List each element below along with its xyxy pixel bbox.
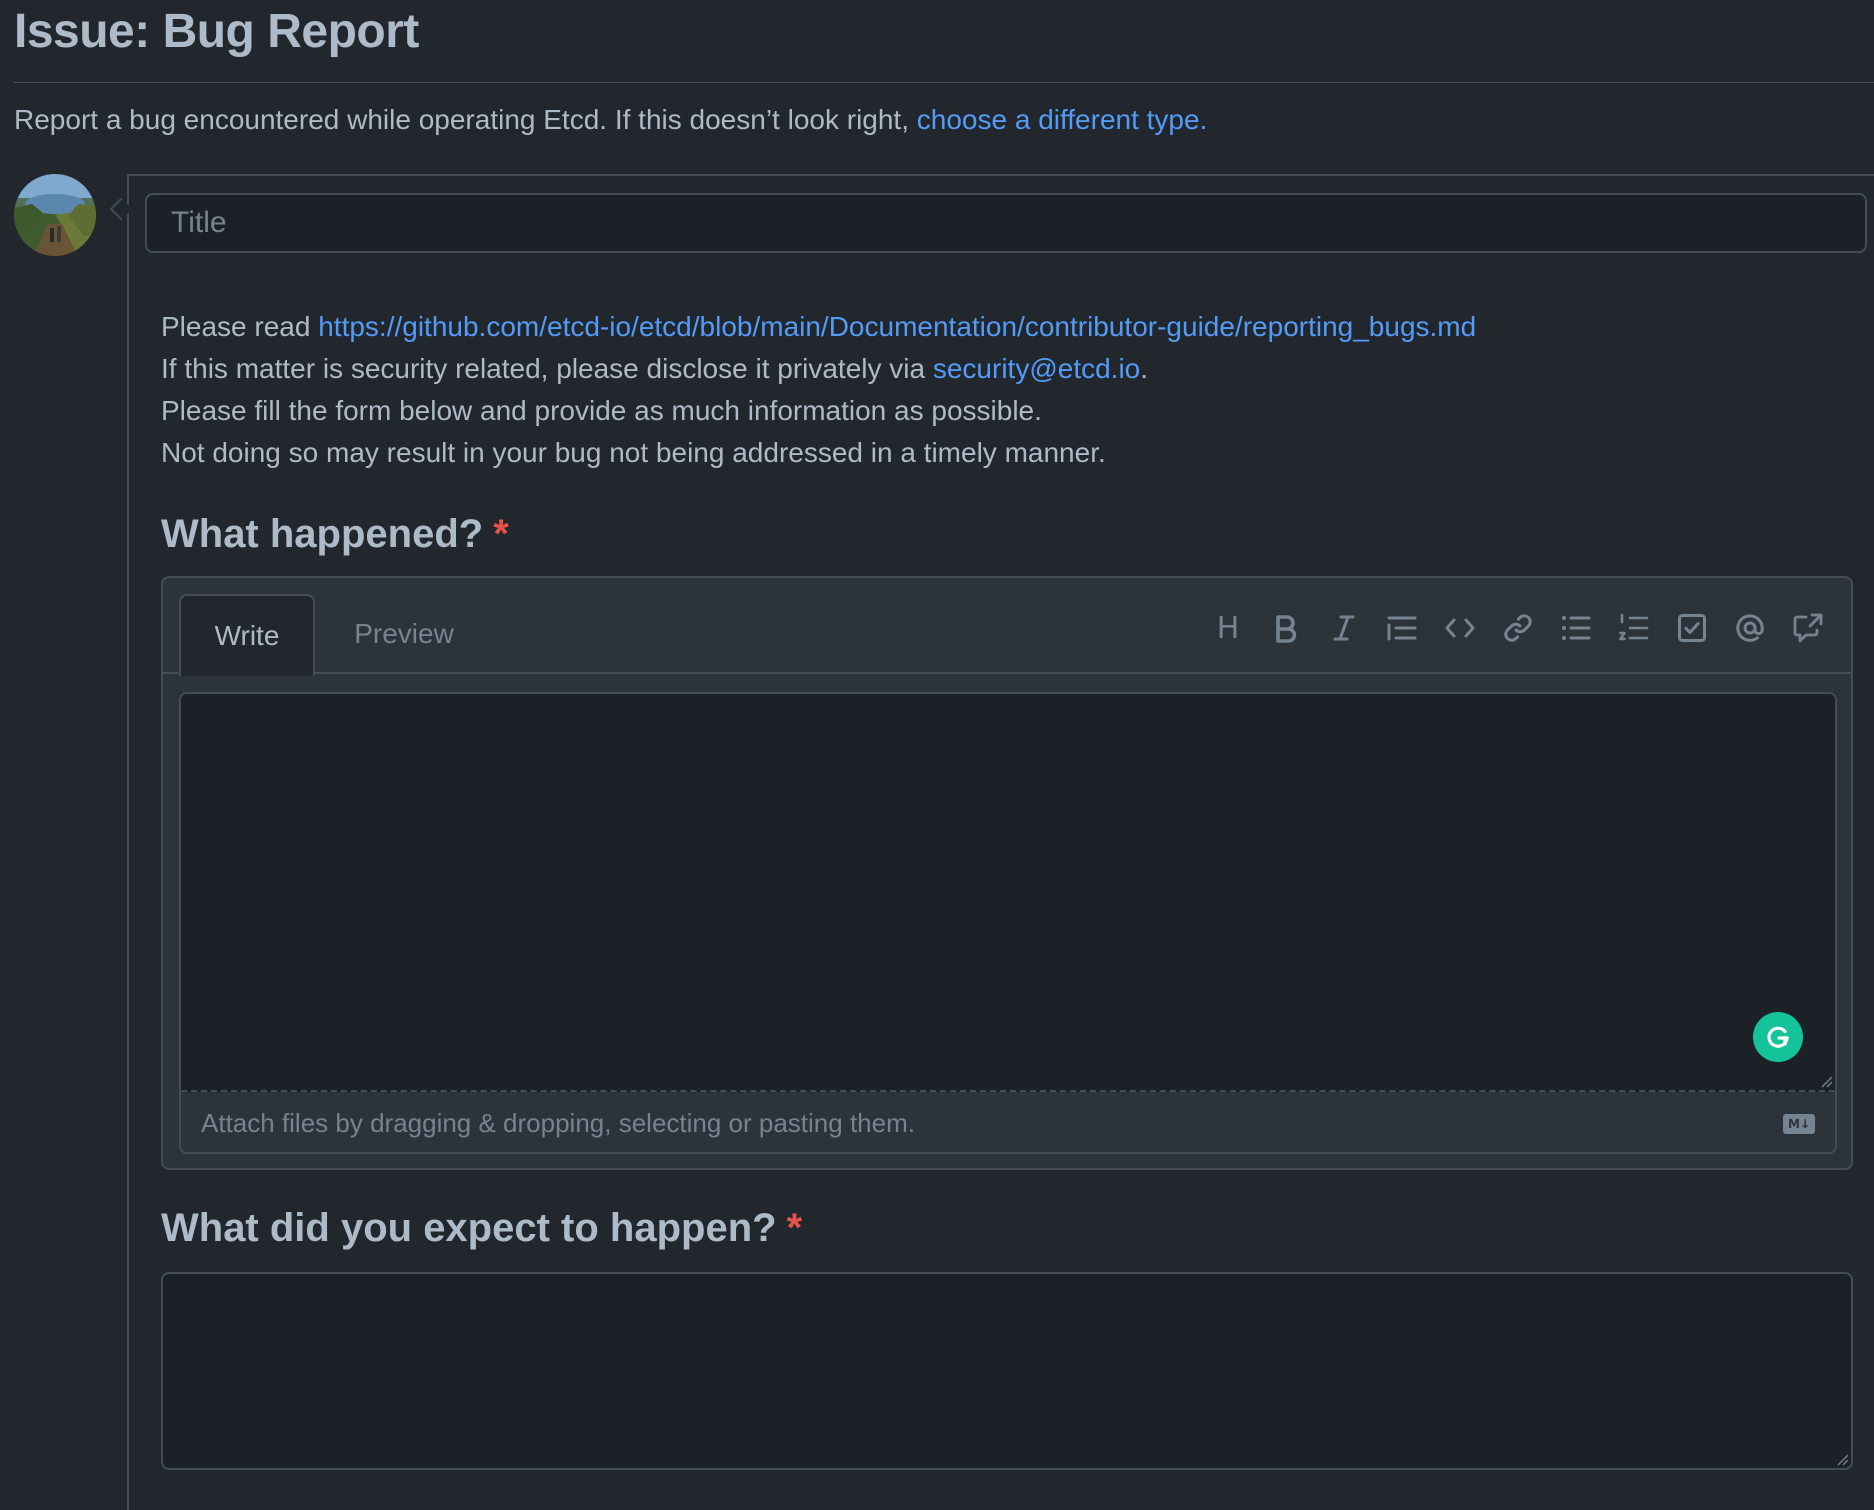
markdown-toolbar: H (1199, 608, 1837, 648)
attach-files-bar[interactable]: Attach files by dragging & dropping, sel… (181, 1092, 1835, 1152)
what-happened-text-area[interactable] (181, 694, 1835, 1092)
heading-icon[interactable]: H (1199, 608, 1257, 648)
attach-files-hint: Attach files by dragging & dropping, sel… (201, 1107, 915, 1138)
quote-icon[interactable] (1373, 608, 1431, 648)
form-card-border (128, 174, 1874, 176)
expected-textarea[interactable] (161, 1272, 1853, 1470)
mention-icon[interactable] (1721, 608, 1779, 648)
code-icon[interactable] (1431, 608, 1489, 648)
choose-different-type-link[interactable]: choose a different type. (917, 104, 1208, 135)
editor-tabbar: Write Preview H (163, 578, 1851, 676)
expected-label: What did you expect to happen? * (161, 1206, 803, 1250)
what-happened-label: What happened? * (161, 512, 509, 556)
template-description: Report a bug encountered while operating… (14, 104, 1207, 136)
timeline-line (127, 174, 129, 1510)
required-marker: * (786, 1206, 803, 1250)
bulleted-list-icon[interactable] (1547, 608, 1605, 648)
tab-write[interactable]: Write (179, 594, 315, 676)
markdown-icon[interactable]: M↓ (1783, 1114, 1815, 1134)
instruction-line-4: Not doing so may result in your bug not … (161, 437, 1106, 468)
link-icon[interactable] (1489, 608, 1547, 648)
tab-preview[interactable]: Preview (329, 594, 479, 674)
instruction-line-1: Please read https://github.com/etcd-io/e… (161, 311, 1477, 342)
what-happened-editor: Write Preview H Attach files by dragging… (161, 576, 1853, 1170)
required-marker: * (493, 512, 509, 556)
grammarly-icon[interactable] (1753, 1012, 1803, 1062)
what-happened-textarea[interactable]: Attach files by dragging & dropping, sel… (179, 692, 1837, 1154)
italic-icon[interactable] (1315, 608, 1373, 648)
title-divider (14, 82, 1874, 83)
bold-icon[interactable] (1257, 608, 1315, 648)
template-description-text: Report a bug encountered while operating… (14, 104, 917, 135)
instruction-line-2: If this matter is security related, plea… (161, 353, 1149, 384)
security-email-link[interactable]: security@etcd.io (933, 353, 1140, 384)
reference-icon[interactable] (1779, 608, 1837, 648)
page-title: Issue: Bug Report (14, 5, 419, 58)
reporting-bugs-link[interactable]: https://github.com/etcd-io/etcd/blob/mai… (318, 311, 1476, 342)
issue-title-input[interactable] (145, 193, 1867, 253)
avatar[interactable] (14, 174, 96, 256)
instruction-line-3: Please fill the form below and provide a… (161, 395, 1042, 426)
numbered-list-icon[interactable] (1605, 608, 1663, 648)
resize-handle-icon[interactable] (1819, 1074, 1833, 1088)
form-instructions: Please read https://github.com/etcd-io/e… (161, 306, 1476, 474)
resize-handle-icon[interactable] (1835, 1452, 1849, 1466)
task-list-icon[interactable] (1663, 608, 1721, 648)
